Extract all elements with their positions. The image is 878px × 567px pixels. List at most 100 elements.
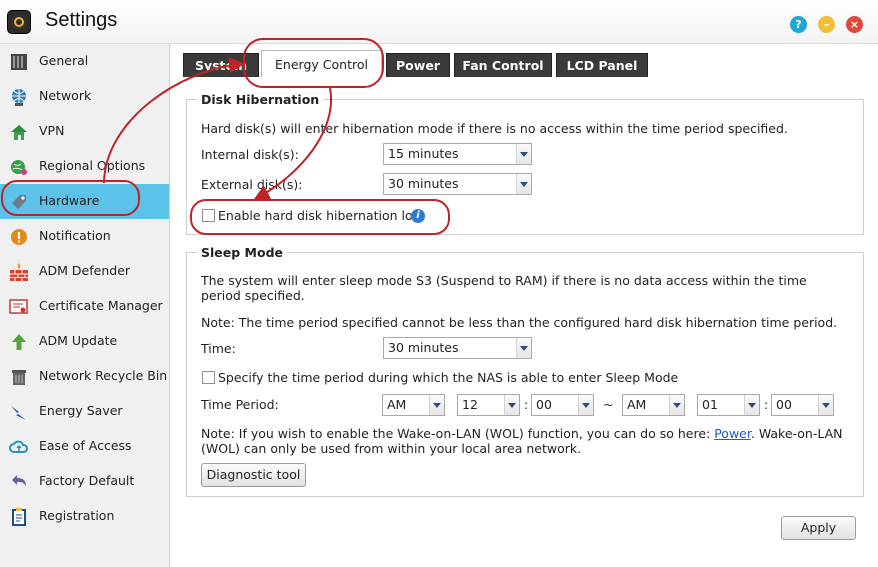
sidebar-item-notification[interactable]: Notification [0, 219, 169, 254]
end-hour-value: 01 [702, 397, 718, 412]
firewall-bricks-icon [10, 263, 28, 281]
hibernation-log-label: Enable hard disk hibernation log [218, 208, 421, 223]
specify-period-label: Specify the time period during which the… [218, 370, 679, 385]
apply-button[interactable]: Apply [781, 516, 856, 540]
start-hour-select[interactable]: 12 [457, 394, 520, 416]
external-disk-label: External disk(s): [201, 177, 303, 192]
sidebar-item-label: Hardware [39, 193, 100, 208]
tab-lcd-panel[interactable]: LCD Panel [556, 53, 648, 77]
internal-disk-select[interactable]: 15 minutes [383, 143, 532, 165]
sidebar-item-label: Registration [39, 508, 115, 523]
external-disk-value: 30 minutes [388, 176, 459, 191]
start-colon: : [524, 397, 529, 412]
sidebar-item-general[interactable]: General [0, 44, 169, 79]
end-colon: : [764, 397, 769, 412]
globe-icon [12, 89, 26, 106]
sidebar-item-label: ADM Update [39, 333, 118, 348]
server-icon [11, 54, 27, 70]
sidebar-item-label: Notification [39, 228, 111, 243]
chevron-down-icon [516, 144, 531, 164]
close-button[interactable]: × [846, 16, 863, 33]
trash-bin-icon [12, 370, 26, 385]
internal-disk-value: 15 minutes [388, 146, 459, 161]
chevron-down-icon [504, 395, 519, 415]
hardware-tag-icon [12, 195, 26, 209]
sidebar-item-label: General [39, 53, 89, 68]
sidebar-item-adm-update[interactable]: ADM Update [0, 324, 169, 359]
sleep-mode-description: The system will enter sleep mode S3 (Sus… [201, 273, 807, 303]
tab-system[interactable]: System [183, 53, 259, 77]
wol-note: Note: If you wish to enable the Wake-on-… [201, 426, 846, 456]
sidebar-item-label: Factory Default [39, 473, 135, 488]
internal-disk-label: Internal disk(s): [201, 147, 299, 162]
undo-arrow-icon [12, 475, 26, 486]
chevron-down-icon [744, 395, 759, 415]
title-bar: Settings ? – × [0, 0, 878, 44]
end-ampm-select[interactable]: AM [622, 394, 685, 416]
info-icon[interactable]: i [411, 209, 425, 223]
hibernation-log-checkbox[interactable] [202, 209, 215, 222]
end-ampm-value: AM [627, 397, 647, 412]
lightning-icon [11, 406, 26, 420]
diagnostic-tool-button[interactable]: Diagnostic tool [201, 463, 306, 487]
sidebar-item-energy-saver[interactable]: Energy Saver [0, 394, 169, 429]
tab-power[interactable]: Power [386, 53, 450, 77]
clipboard-icon [12, 508, 26, 526]
specify-period-checkbox[interactable] [202, 371, 215, 384]
chevron-down-icon [578, 395, 593, 415]
start-minute-select[interactable]: 00 [531, 394, 594, 416]
sidebar-item-label: Ease of Access [39, 438, 132, 453]
time-period-label: Time Period: [201, 397, 279, 412]
chevron-down-icon [516, 174, 531, 194]
sidebar-item-label: ADM Defender [39, 263, 131, 278]
sidebar-item-label: Network [39, 88, 92, 103]
vpn-house-icon [11, 125, 27, 140]
chevron-down-icon [516, 338, 531, 358]
tab-energy-control[interactable]: Energy Control [261, 50, 382, 77]
regional-globe-icon [11, 160, 27, 175]
help-button[interactable]: ? [790, 16, 807, 33]
sleep-mode-note: Note: The time period specified cannot b… [201, 315, 838, 330]
end-minute-value: 00 [776, 397, 792, 412]
power-link[interactable]: Power [714, 426, 751, 441]
sidebar-item-factory-default[interactable]: Factory Default [0, 464, 169, 499]
content-panel: System Energy Control Power Fan Control … [171, 44, 878, 567]
exclamation-icon [11, 229, 27, 245]
sidebar-item-certificate-manager[interactable]: Certificate Manager [0, 289, 169, 324]
end-minute-select[interactable]: 00 [771, 394, 834, 416]
sidebar-item-network[interactable]: Network [0, 79, 169, 114]
sidebar-item-ease-of-access[interactable]: Ease of Access [0, 429, 169, 464]
sleep-time-value: 30 minutes [388, 340, 459, 355]
sidebar-item-network-recycle-bin[interactable]: Network Recycle Bin [0, 359, 169, 394]
up-arrow-icon [12, 334, 26, 350]
certificate-icon [9, 299, 28, 314]
chevron-down-icon [669, 395, 684, 415]
tab-fan-control[interactable]: Fan Control [454, 53, 552, 77]
sidebar-item-hardware[interactable]: Hardware [0, 184, 169, 219]
sidebar-item-label: VPN [39, 123, 65, 138]
start-ampm-select[interactable]: AM [382, 394, 445, 416]
sidebar-item-adm-defender[interactable]: ADM Defender [0, 254, 169, 289]
settings-app-icon [7, 10, 31, 34]
sidebar-item-label: Energy Saver [39, 403, 123, 418]
sidebar-item-label: Regional Options [39, 158, 146, 173]
sidebar-item-label: Network Recycle Bin [39, 368, 168, 383]
sidebar-item-regional-options[interactable]: Regional Options [0, 149, 169, 184]
disk-hibernation-description: Hard disk(s) will enter hibernation mode… [201, 121, 788, 136]
range-tilde: ~ [603, 397, 614, 412]
minimize-button[interactable]: – [818, 16, 835, 33]
sidebar-item-registration[interactable]: Registration [0, 499, 169, 534]
sidebar-item-vpn[interactable]: VPN [0, 114, 169, 149]
sleep-time-select[interactable]: 30 minutes [383, 337, 532, 359]
disk-hibernation-legend: Disk Hibernation [201, 92, 320, 107]
window-title: Settings [45, 9, 118, 31]
sidebar: General Network VPN Regional Options Har… [0, 44, 170, 567]
sleep-mode-legend: Sleep Mode [201, 245, 283, 260]
external-disk-select[interactable]: 30 minutes [383, 173, 532, 195]
wol-note-prefix: Note: If you wish to enable the Wake-on-… [201, 426, 711, 441]
end-hour-select[interactable]: 01 [697, 394, 760, 416]
start-hour-value: 12 [462, 397, 478, 412]
chevron-down-icon [818, 395, 833, 415]
sleep-time-label: Time: [201, 341, 236, 356]
cloud-icon [9, 440, 28, 453]
